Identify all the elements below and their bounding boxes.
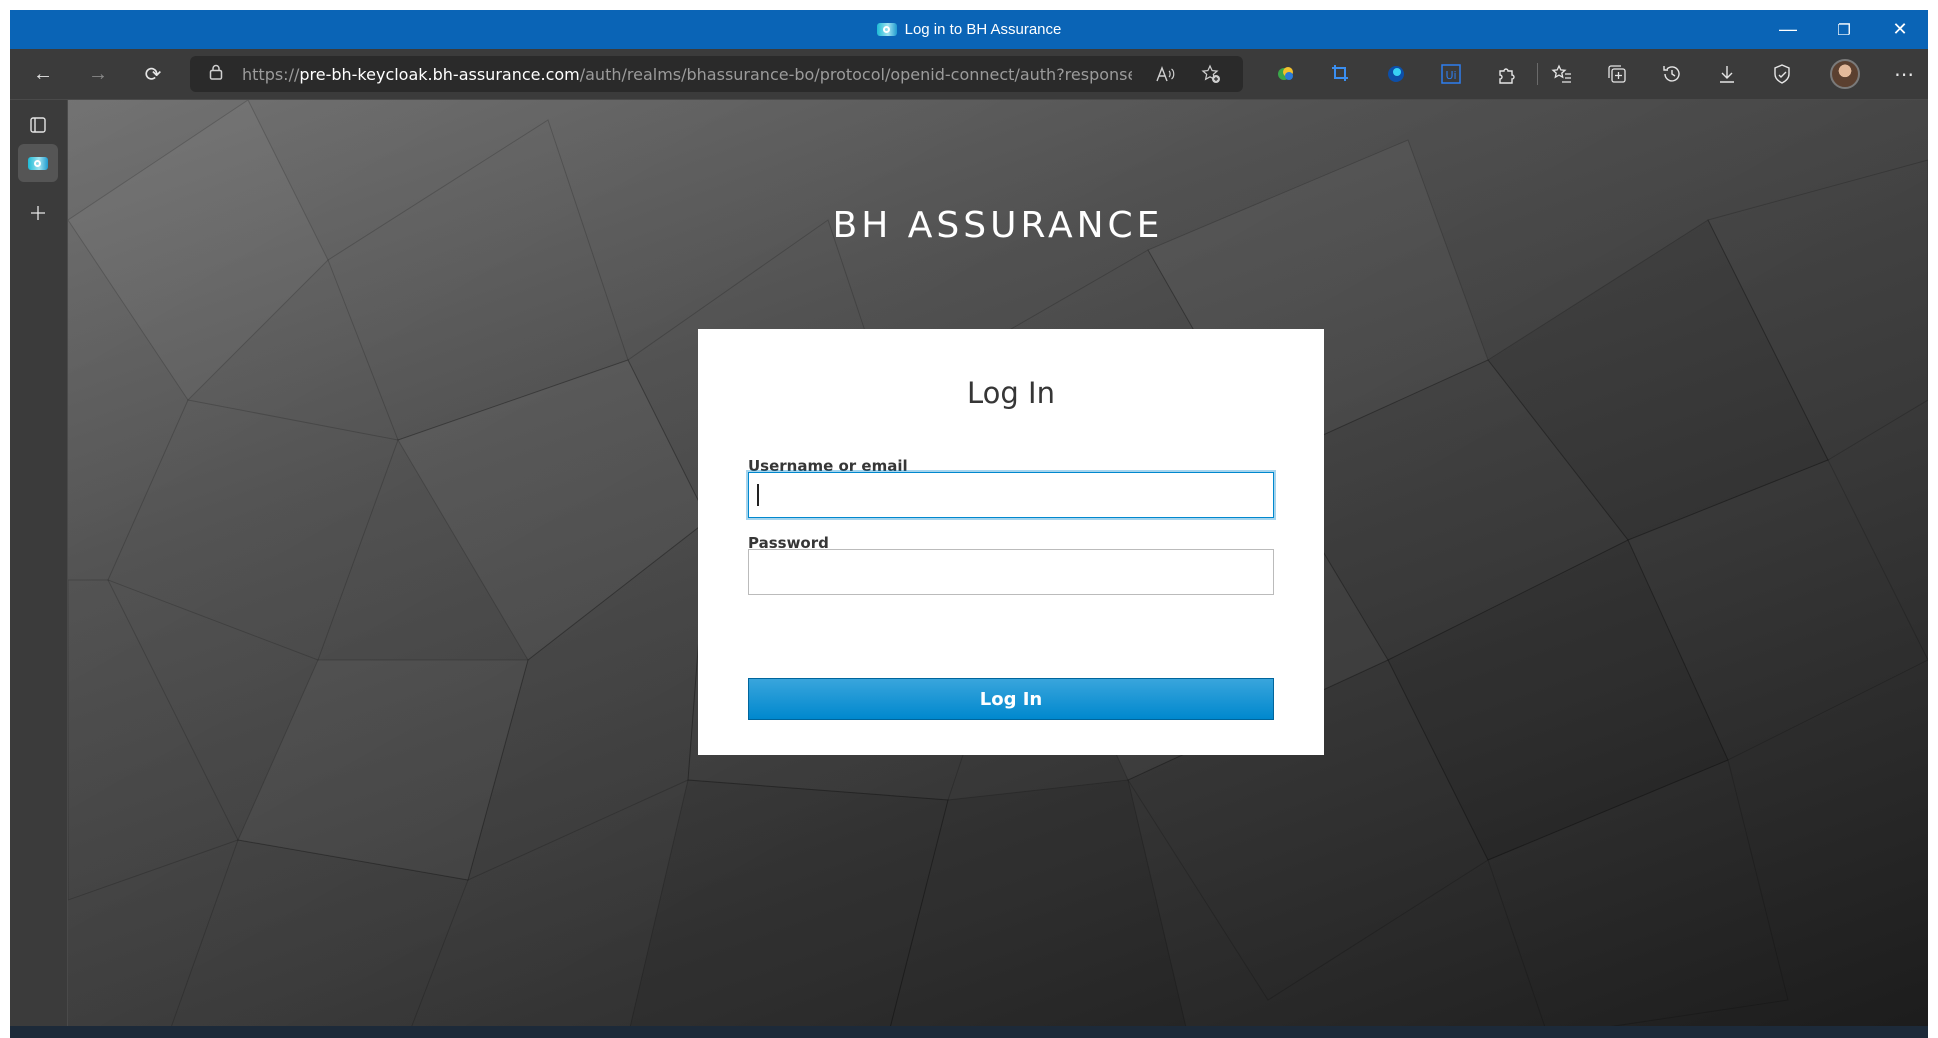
browser-essentials-icon[interactable] [1765,57,1799,91]
minimize-button[interactable]: — [1760,10,1816,49]
back-button[interactable]: ← [26,57,60,91]
toolbar-separator [1537,63,1538,85]
url-path: /auth/realms/bhassurance-bo/protocol/ope… [579,64,1132,84]
collections-icon[interactable] [1600,57,1634,91]
vertical-tabs-rail [10,100,68,1036]
extension-crop-icon[interactable] [1324,57,1358,91]
add-favorite-icon[interactable] [1197,60,1225,88]
extensions-puzzle-icon[interactable] [1490,57,1524,91]
url-text[interactable]: https://pre-bh-keycloak.bh-assurance.com… [242,65,1132,84]
url-host: pre-bh-keycloak.bh-assurance.com [299,64,580,84]
forward-button[interactable]: → [81,57,115,91]
refresh-button[interactable]: ⟳ [136,57,170,91]
login-heading: Log In [967,376,1055,410]
username-input[interactable] [748,472,1274,518]
downloads-icon[interactable] [1710,57,1744,91]
window-title: Log in to BH Assurance [10,10,1928,49]
new-tab-button[interactable] [18,194,58,232]
history-icon[interactable] [1655,57,1689,91]
svg-text:Ui: Ui [1445,69,1456,82]
restore-button[interactable]: ❐ [1816,10,1872,49]
extension-blue-icon[interactable] [1379,57,1413,91]
forward-arrow-icon: → [88,62,108,85]
taskbar-strip [10,1026,1928,1038]
browser-window: Log in to BH Assurance — ❐ ✕ ← → ⟳ https… [10,10,1928,1036]
tab-actions-button[interactable] [18,106,58,144]
title-bar: Log in to BH Assurance — ❐ ✕ [10,10,1928,49]
active-tab[interactable] [18,144,58,182]
extension-colorful-icon[interactable] [1269,57,1303,91]
site-favicon-icon [876,23,897,36]
extension-ui-icon[interactable]: Ui [1434,57,1468,91]
profile-avatar[interactable] [1830,59,1860,89]
restore-icon: ❐ [1837,21,1851,39]
close-window-button[interactable]: ✕ [1872,10,1928,49]
favorites-icon[interactable] [1545,57,1579,91]
address-bar[interactable]: https://pre-bh-keycloak.bh-assurance.com… [190,56,1243,92]
browser-toolbar: ← → ⟳ https://pre-bh-keycloak.bh-assuran… [10,49,1928,100]
back-arrow-icon: ← [33,62,53,85]
settings-more-button[interactable]: ⋯ [1887,57,1921,91]
brand-title: BH ASSURANCE [832,205,1164,246]
plus-icon [31,206,45,220]
url-scheme: https:// [242,64,300,84]
window-title-text: Log in to BH Assurance [904,21,1062,38]
password-input[interactable] [748,549,1274,595]
site-info-lock-icon[interactable] [198,64,234,84]
read-aloud-icon[interactable] [1152,60,1180,88]
tab-actions-icon [30,117,46,133]
close-icon: ✕ [1892,19,1908,39]
login-card: Log In Username or email Password Log In [698,329,1324,755]
text-caret [757,484,759,506]
more-icon: ⋯ [1894,63,1914,86]
minimize-icon: — [1779,19,1797,39]
tab-favicon-icon [28,156,48,170]
login-button[interactable]: Log In [748,678,1274,720]
refresh-icon: ⟳ [144,63,162,86]
login-page: BH ASSURANCE Log In Username or email Pa… [68,100,1928,1036]
